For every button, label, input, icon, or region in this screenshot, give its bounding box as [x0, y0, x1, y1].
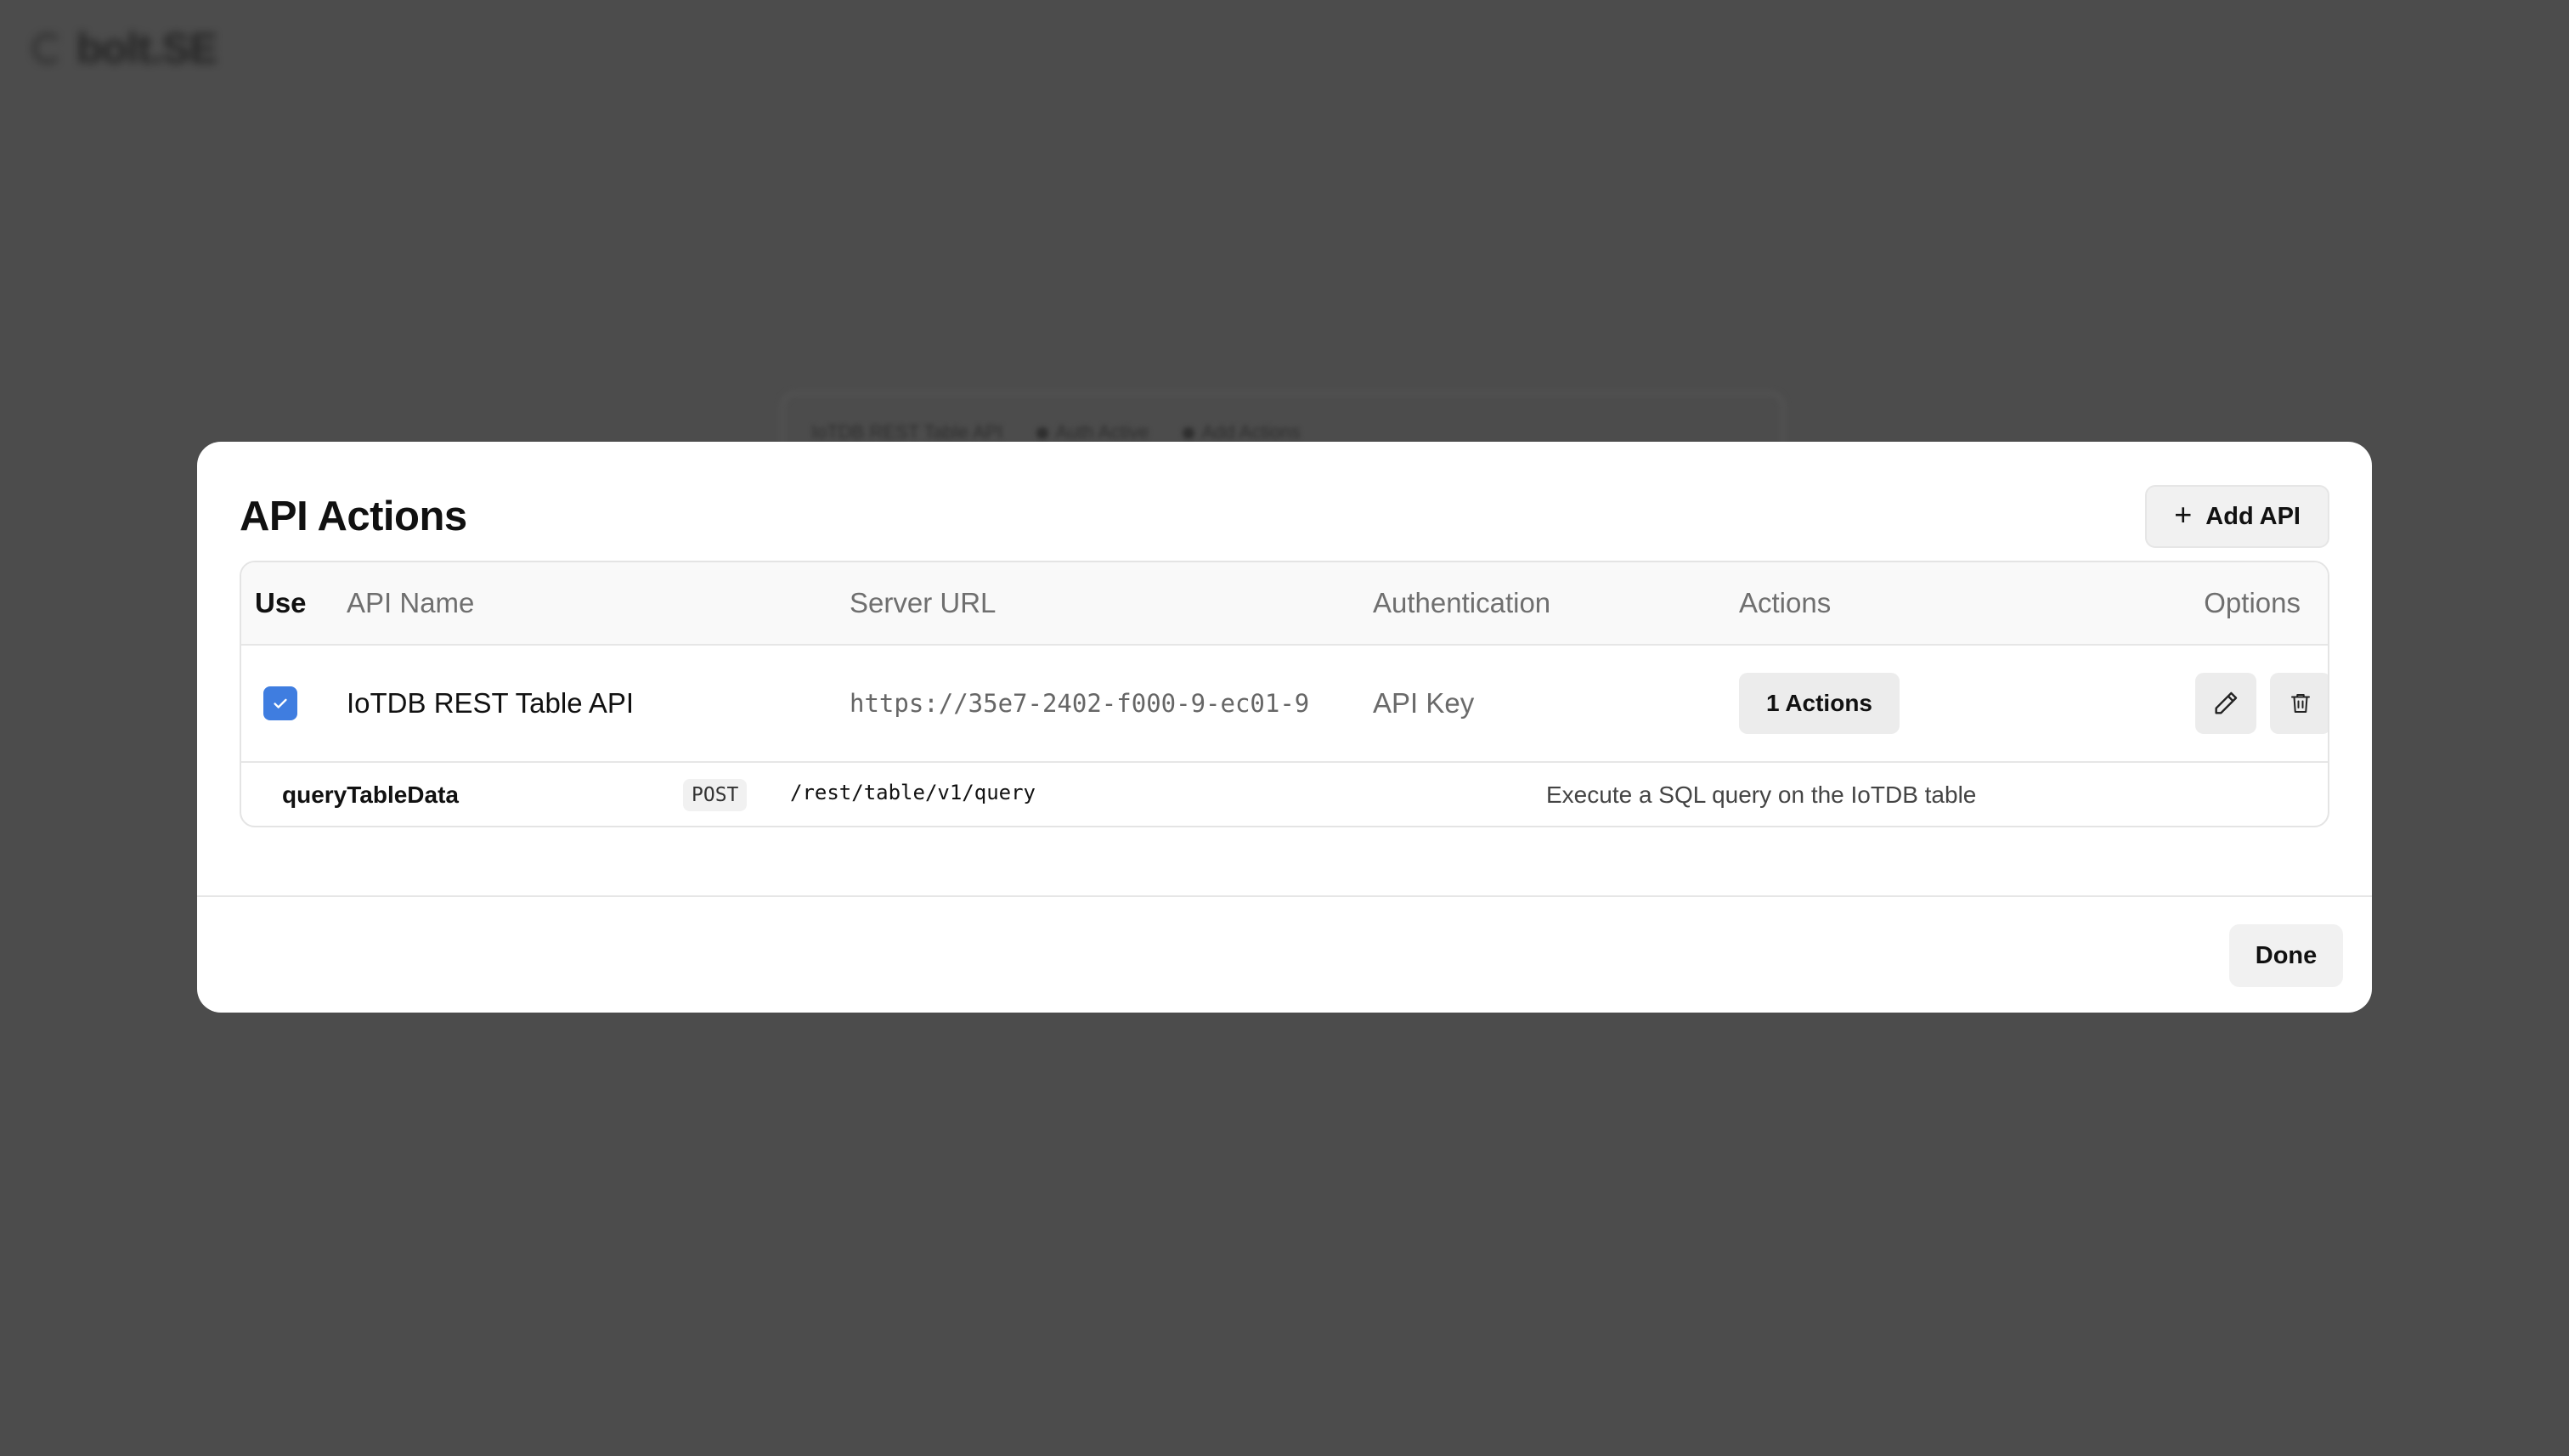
actions-count-button[interactable]: 1 Actions: [1739, 673, 1900, 734]
edit-api-button[interactable]: [2195, 673, 2256, 734]
operation-path: /rest/table/v1/query: [790, 781, 1036, 804]
column-header-server-url: Server URL: [850, 587, 997, 618]
api-name: IoTDB REST Table API: [347, 687, 635, 719]
background-card-item: Add Actions: [1183, 421, 1301, 443]
background-card-item: IoTDB REST Table API: [811, 421, 1003, 443]
server-url: https://35e7-2402-f000-9-ec01-9…: [850, 689, 1308, 718]
operation-row: queryTableData POST /rest/table/v1/query…: [241, 763, 2328, 826]
check-icon: [274, 698, 287, 708]
delete-api-button[interactable]: [2270, 673, 2328, 734]
column-header-use: Use: [255, 587, 307, 618]
use-checkbox[interactable]: [263, 686, 297, 720]
done-button[interactable]: Done: [2229, 924, 2343, 987]
background-app-logo: bolt.SE: [32, 24, 217, 73]
column-header-options: Options: [2204, 587, 2301, 618]
background-card-item: Auth Active: [1036, 421, 1149, 443]
dialog-header: API Actions + Add API: [240, 484, 2329, 549]
background-card-row: IoTDB REST Table API Auth Active Add Act…: [811, 421, 1301, 443]
table-row: IoTDB REST Table API https://35e7-2402-f…: [241, 646, 2328, 763]
footer-divider: [197, 895, 2372, 897]
column-header-actions: Actions: [1739, 587, 1832, 618]
pencil-icon: [2215, 691, 2238, 714]
dialog-title: API Actions: [240, 494, 467, 539]
add-api-label: Add API: [2205, 502, 2301, 530]
authentication-value: API Key: [1373, 687, 1475, 719]
table-header: Use API Name Server URL Authentication A…: [241, 562, 2328, 646]
plus-icon: +: [2174, 497, 2193, 532]
add-api-button[interactable]: + Add API: [2145, 485, 2329, 548]
column-header-api-name: API Name: [347, 587, 475, 618]
api-actions-dialog: API Actions + Add API Use API Name Serve…: [197, 442, 2372, 1013]
logo-icon: [32, 33, 63, 64]
logo-text: bolt.SE: [76, 25, 217, 72]
api-table: Use API Name Server URL Authentication A…: [240, 561, 2329, 827]
column-header-authentication: Authentication: [1373, 587, 1551, 618]
trash-icon: [2291, 694, 2310, 713]
http-method-badge: POST: [683, 779, 748, 811]
operation-name: queryTableData: [282, 782, 459, 808]
operation-description: Execute a SQL query on the IoTDB table: [1546, 782, 1977, 808]
